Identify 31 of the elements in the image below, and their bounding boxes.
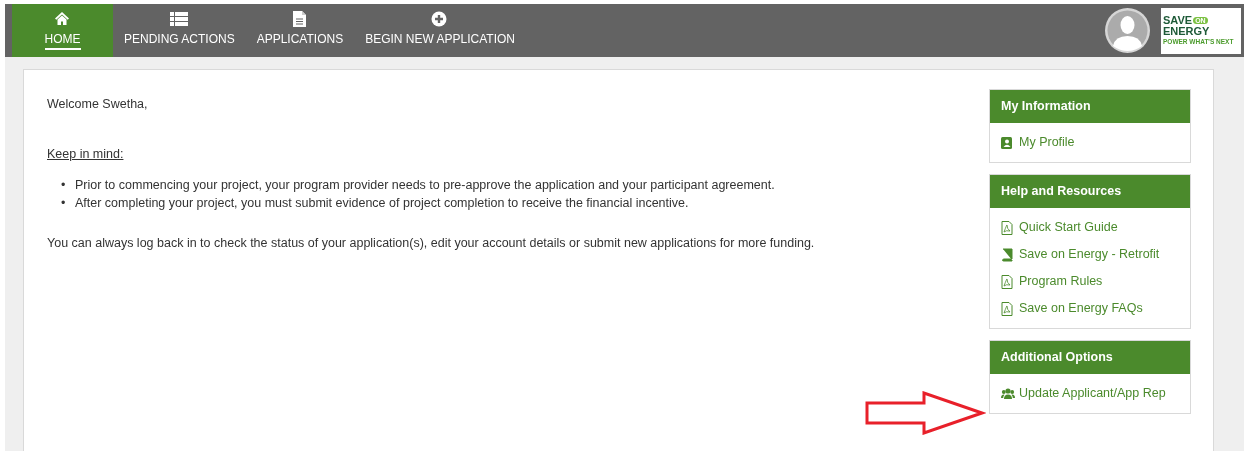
contact-card-icon	[1001, 135, 1015, 150]
sidebar-link[interactable]: Save on Energy FAQs	[1001, 298, 1179, 319]
avatar-icon[interactable]	[1105, 8, 1150, 53]
panel-title: Additional Options	[990, 341, 1190, 374]
sidebar-link[interactable]: Save on Energy - Retrofit	[1001, 244, 1179, 265]
bullet-marker: •	[61, 176, 67, 194]
bullet-text: Prior to commencing your project, your program provider needs to pre-approve the application and your participant agreement.	[75, 176, 775, 194]
info-text: You can always log back in to check the status of your application(s), edit your account details or submit new applications for more funding.	[47, 234, 816, 252]
section-heading: Keep in mind:	[47, 145, 125, 163]
pdf-file-icon	[1001, 220, 1015, 235]
logo-text: SAVE	[1163, 15, 1193, 26]
bullet-text: After completing your project, you must submit evidence of project completion to receive the financial incentive.	[75, 194, 689, 212]
pdf-file-icon	[1001, 301, 1015, 316]
panel-title: My Information	[990, 90, 1190, 123]
logo-text: ENERGY	[1163, 26, 1211, 37]
list-icon	[170, 11, 189, 27]
home-icon	[53, 11, 72, 27]
nav-tab[interactable]: HOME	[12, 4, 113, 57]
nav-tab[interactable]: APPLICATIONS	[245, 4, 355, 57]
sidebar-link[interactable]: Quick Start Guide	[1001, 217, 1179, 238]
nav-tab[interactable]: BEGIN NEW APPLICATION	[354, 4, 526, 57]
nav-tab[interactable]: PENDING ACTIONS	[113, 4, 246, 57]
users-icon	[1001, 386, 1015, 401]
panel-title: Help and Resources	[990, 175, 1190, 208]
bullet-marker: •	[61, 194, 67, 212]
pdf-file-icon	[1001, 274, 1015, 289]
sidebar-link[interactable]: Update Applicant/App Rep	[1001, 383, 1179, 404]
document-icon	[290, 11, 309, 27]
sidebar-link[interactable]: Program Rules	[1001, 271, 1179, 292]
welcome-text: Welcome Swetha,	[47, 96, 149, 113]
sidebar-link[interactable]: My Profile	[1001, 132, 1179, 153]
